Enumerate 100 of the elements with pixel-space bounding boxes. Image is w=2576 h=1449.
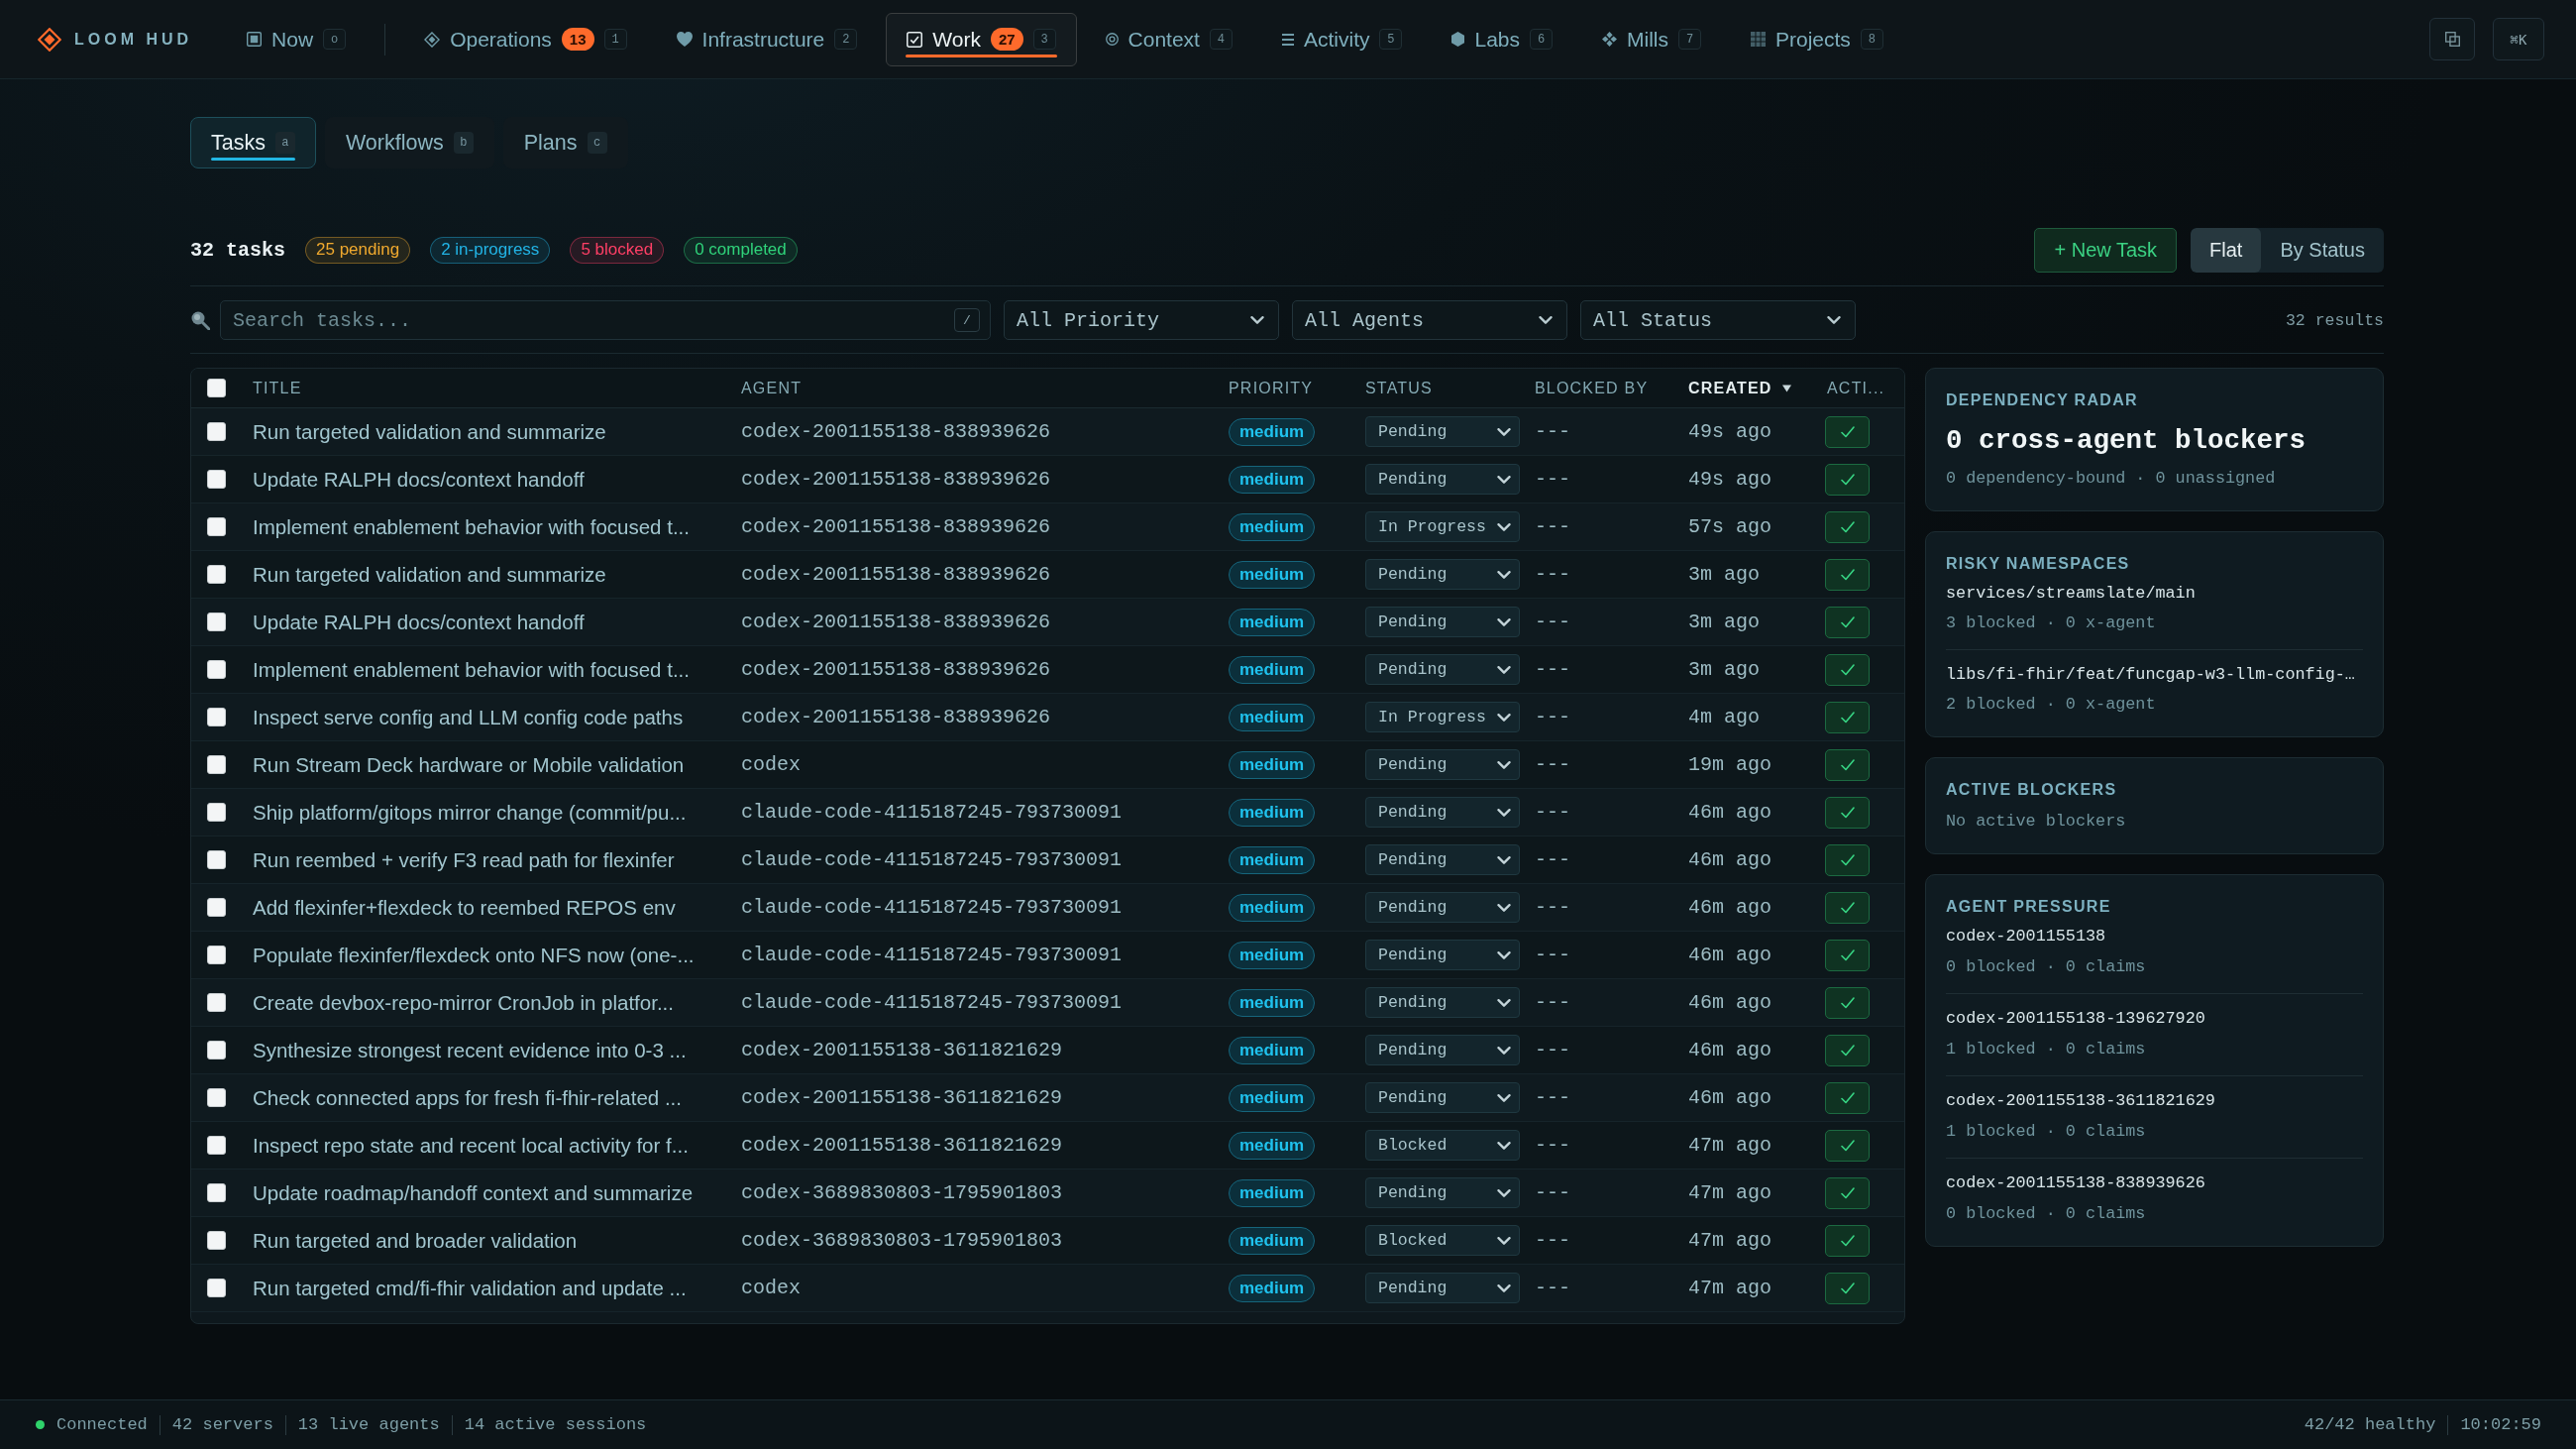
column-header[interactable]: TITLE <box>253 379 302 397</box>
status-dropdown[interactable]: Blocked <box>1365 1130 1520 1161</box>
view-option[interactable]: Flat <box>2191 227 2262 273</box>
complete-button[interactable] <box>1825 463 1870 496</box>
row-checkbox[interactable] <box>207 803 226 822</box>
chevron-down-icon <box>1497 998 1511 1007</box>
status-dropdown[interactable]: Pending <box>1365 1177 1520 1208</box>
status-dropdown[interactable]: Pending <box>1365 749 1520 780</box>
complete-button[interactable] <box>1825 891 1870 924</box>
column-header[interactable]: STATUS <box>1365 379 1433 397</box>
complete-button[interactable] <box>1825 415 1870 448</box>
complete-button[interactable] <box>1825 1081 1870 1114</box>
view-tab[interactable]: Workflows b <box>324 117 494 168</box>
status-dropdown[interactable]: Pending <box>1365 892 1520 923</box>
view-tab[interactable]: Tasks a <box>190 117 316 168</box>
status-dropdown[interactable]: Pending <box>1365 1035 1520 1065</box>
column-header[interactable]: BLOCKED BY <box>1535 379 1649 397</box>
status-dropdown[interactable]: Pending <box>1365 464 1520 495</box>
view-option[interactable]: By Status <box>2261 227 2384 273</box>
status-dropdown[interactable]: Pending <box>1365 987 1520 1018</box>
nav-tab[interactable]: Projects 8 <box>1730 12 1904 66</box>
chevron-down-icon <box>1497 475 1511 484</box>
shortcut-hint: 4 <box>1209 29 1233 50</box>
complete-button[interactable] <box>1825 986 1870 1019</box>
row-checkbox[interactable] <box>207 517 226 536</box>
status-dropdown[interactable]: Blocked <box>1365 1225 1520 1256</box>
column-header[interactable]: AGENT <box>741 379 803 397</box>
row-checkbox[interactable] <box>207 565 226 584</box>
row-checkbox[interactable] <box>207 1136 226 1155</box>
complete-button[interactable] <box>1825 843 1870 876</box>
select-all-checkbox[interactable] <box>207 379 226 397</box>
row-checkbox[interactable] <box>207 422 226 441</box>
agent-name: codex-2001155138-139627920 <box>1946 1008 2206 1030</box>
status-dropdown[interactable]: In Progress <box>1365 511 1520 542</box>
row-checkbox[interactable] <box>207 1041 226 1059</box>
complete-button[interactable] <box>1825 701 1870 733</box>
row-checkbox[interactable] <box>207 1183 226 1202</box>
complete-button[interactable] <box>1825 1224 1870 1257</box>
nav-tab[interactable]: Labs 6 <box>1431 12 1573 66</box>
nav-tab[interactable]: Context 4 <box>1084 12 1253 66</box>
status-dropdown[interactable]: Pending <box>1365 1273 1520 1303</box>
card-title: ACTIVE BLOCKERS <box>1946 780 2118 800</box>
column-header[interactable]: ACTI... <box>1827 379 1885 397</box>
row-checkbox[interactable] <box>207 1279 226 1297</box>
status-dropdown[interactable]: Pending <box>1365 797 1520 828</box>
status-dropdown[interactable]: Pending <box>1365 416 1520 447</box>
filter-dropdown[interactable]: All Agents <box>1292 300 1567 340</box>
blocked-by-value: --- <box>1535 944 1570 966</box>
row-checkbox[interactable] <box>207 1088 226 1107</box>
nav-tab[interactable]: Operations 13 1 <box>403 12 648 66</box>
nav-tab[interactable]: Work 27 3 <box>886 12 1077 66</box>
complete-button[interactable] <box>1825 1034 1870 1066</box>
complete-button[interactable] <box>1825 1129 1870 1162</box>
agent-id: claude-code-4115187245-793730091 <box>741 991 1123 1014</box>
row-checkbox[interactable] <box>207 993 226 1012</box>
complete-button[interactable] <box>1825 796 1870 829</box>
row-checkbox[interactable] <box>207 470 226 489</box>
status-dropdown[interactable]: Pending <box>1365 559 1520 590</box>
new-task-button[interactable]: + New Task <box>2034 227 2178 273</box>
nav-tab[interactable]: Activity 5 <box>1260 12 1424 66</box>
nav-tab[interactable]: Infrastructure 2 <box>655 12 879 66</box>
check-icon <box>1840 473 1855 486</box>
row-checkbox[interactable] <box>207 1231 226 1250</box>
toolbar-button[interactable] <box>2429 18 2475 60</box>
row-checkbox[interactable] <box>207 708 226 726</box>
task-title: Run Stream Deck hardware or Mobile validation <box>253 752 685 777</box>
status-dropdown[interactable]: Pending <box>1365 654 1520 685</box>
command-palette-button[interactable]: ⌘K <box>2493 18 2544 60</box>
row-checkbox[interactable] <box>207 613 226 631</box>
filter-dropdown[interactable]: All Priority <box>1004 300 1279 340</box>
row-checkbox[interactable] <box>207 850 226 869</box>
complete-button[interactable] <box>1825 510 1870 543</box>
namespace-path: services/streamslate/main <box>1946 583 2197 605</box>
created-time: 47m ago <box>1688 1277 1771 1299</box>
status-dropdown[interactable]: Pending <box>1365 844 1520 875</box>
complete-button[interactable] <box>1825 606 1870 638</box>
filter-dropdown[interactable]: All Status <box>1580 300 1856 340</box>
nav-tab[interactable]: Mills 7 <box>1581 12 1722 66</box>
column-header[interactable]: CREATED <box>1688 379 1791 397</box>
complete-button[interactable] <box>1825 1272 1870 1304</box>
status-dropdown[interactable]: Pending <box>1365 607 1520 637</box>
agent-stats: 1 blocked · 0 claims <box>1946 1121 2147 1143</box>
complete-button[interactable] <box>1825 558 1870 591</box>
complete-button[interactable] <box>1825 653 1870 686</box>
complete-button[interactable] <box>1825 939 1870 971</box>
row-checkbox[interactable] <box>207 660 226 679</box>
complete-button[interactable] <box>1825 748 1870 781</box>
status-dropdown[interactable]: Pending <box>1365 940 1520 970</box>
complete-button[interactable] <box>1825 1176 1870 1209</box>
row-checkbox[interactable] <box>207 755 226 774</box>
column-header[interactable]: PRIORITY <box>1229 379 1314 397</box>
view-tab[interactable]: Plans c <box>502 117 628 168</box>
status-dropdown[interactable]: Pending <box>1365 1082 1520 1113</box>
row-checkbox[interactable] <box>207 946 226 964</box>
shortcut-hint: 7 <box>1678 29 1701 50</box>
row-checkbox[interactable] <box>207 898 226 917</box>
agent-id: claude-code-4115187245-793730091 <box>741 848 1123 871</box>
status-dropdown[interactable]: In Progress <box>1365 702 1520 732</box>
nav-tab[interactable]: Now o <box>226 12 368 66</box>
agent-id: codex-2001155138-3611821629 <box>741 1086 1063 1109</box>
